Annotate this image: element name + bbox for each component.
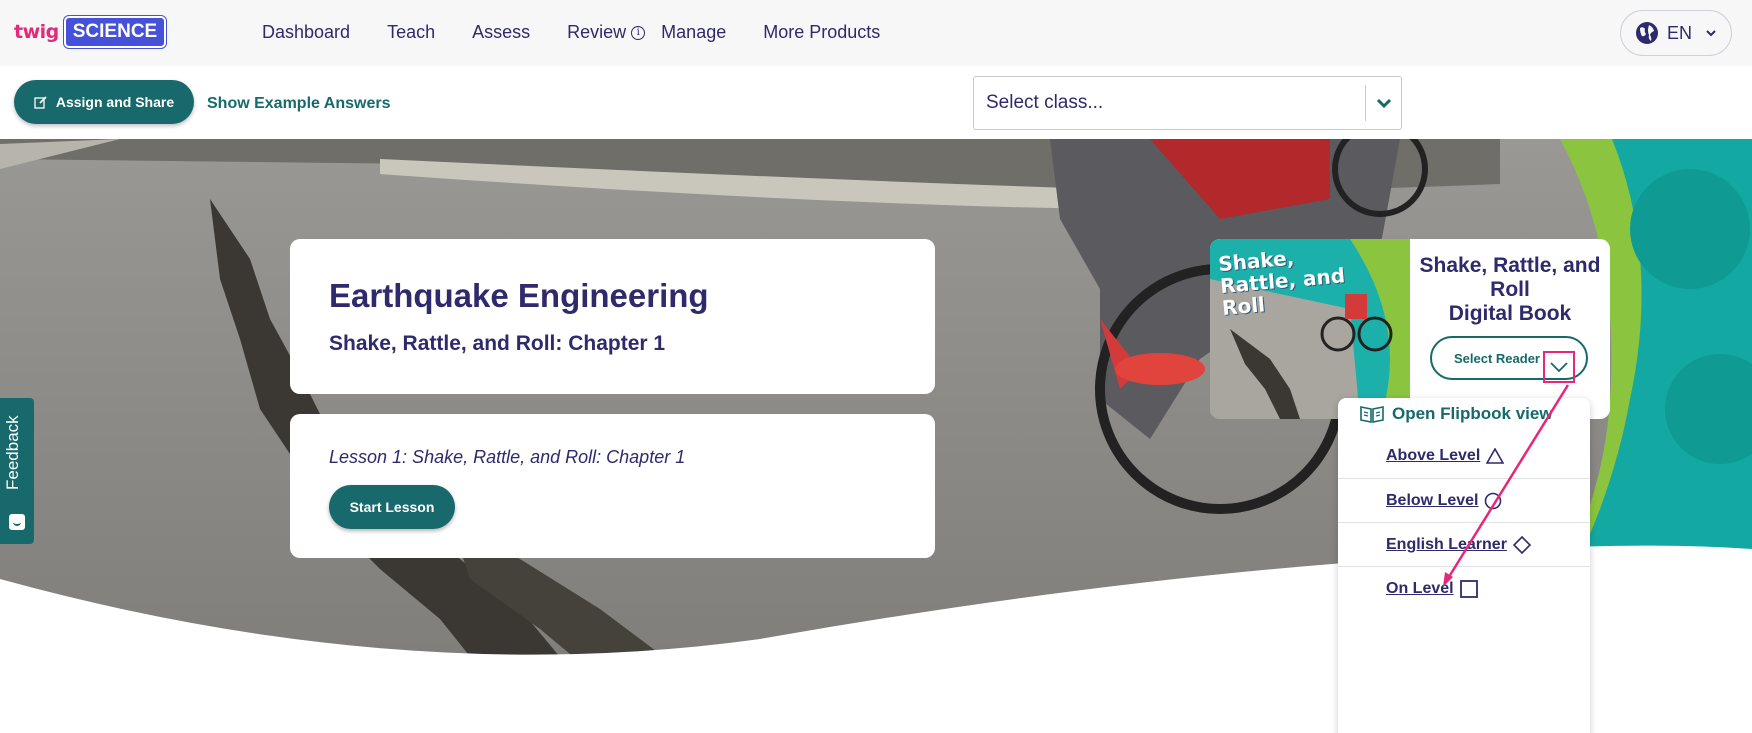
reader-above-level[interactable]: Above Level — [1338, 434, 1590, 478]
chevron-down-icon[interactable] — [1543, 351, 1575, 383]
lesson-title-card: Earthquake Engineering Shake, Rattle, an… — [290, 239, 935, 394]
book-cover-title: Shake, Rattle, and Roll — [1217, 245, 1346, 320]
square-icon — [1459, 579, 1478, 598]
lesson-toolbar: Assign and Share Show Example Answers Se… — [0, 66, 1752, 139]
class-select[interactable]: Select class... — [973, 76, 1402, 130]
language-code: EN — [1667, 22, 1693, 43]
open-flipbook-view[interactable]: Open Flipbook view — [1360, 404, 1553, 424]
book-info: Shake, Rattle, and Roll Digital Book Sel… — [1410, 239, 1610, 419]
reader-level-menu: Open Flipbook view Above Level Below Lev… — [1338, 398, 1590, 733]
language-selector[interactable]: EN — [1620, 10, 1732, 56]
class-select-placeholder: Select class... — [986, 92, 1104, 113]
nav-review-label: Review — [567, 22, 627, 42]
reader-option-label: English Learner — [1386, 535, 1507, 553]
feedback-smile-icon — [9, 514, 25, 530]
open-book-icon — [1360, 406, 1384, 423]
book-title-line-2: Roll — [1490, 278, 1530, 301]
nav-review[interactable]: Review i — [567, 22, 646, 43]
nav-manage[interactable]: Manage — [661, 22, 726, 43]
logo-science-text: SCIENCE — [63, 16, 167, 48]
feedback-tab[interactable]: Feedback — [0, 398, 34, 544]
assign-icon — [34, 96, 47, 109]
globe-icon — [1636, 22, 1658, 44]
main-nav: Dashboard Teach Assess Review i Manage M… — [262, 22, 917, 43]
book-title: Shake, Rattle, and Roll Digital Book — [1410, 254, 1610, 326]
logo-twig-text: twig — [14, 21, 59, 43]
book-title-line-1: Shake, Rattle, and — [1419, 254, 1601, 277]
top-navigation: twig SCIENCE Dashboard Teach Assess Revi… — [0, 0, 1752, 66]
reader-english-learner[interactable]: English Learner — [1338, 522, 1590, 566]
chevron-down-icon — [1706, 26, 1716, 40]
chevron-down-icon[interactable] — [1366, 98, 1401, 108]
start-lesson-button[interactable]: Start Lesson — [329, 485, 455, 529]
circle-icon — [1485, 492, 1502, 509]
reader-option-label: Above Level — [1386, 447, 1481, 464]
assign-and-share-button[interactable]: Assign and Share — [14, 80, 194, 124]
show-example-answers-link[interactable]: Show Example Answers — [207, 95, 390, 113]
open-flipbook-label: Open Flipbook view — [1392, 404, 1553, 423]
assign-and-share-label: Assign and Share — [55, 94, 175, 110]
reader-option-label: On Level — [1386, 579, 1454, 597]
nav-more-products[interactable]: More Products — [763, 22, 880, 43]
lesson-hero: Earthquake Engineering Shake, Rattle, an… — [0, 139, 1752, 733]
lesson-title: Lesson 1: Shake, Rattle, and Roll: Chapt… — [329, 447, 686, 467]
book-title-line-3: Digital Book — [1448, 302, 1572, 325]
lesson-card: Lesson 1: Shake, Rattle, and Roll: Chapt… — [290, 414, 935, 558]
unit-title: Earthquake Engineering — [329, 277, 709, 314]
nav-assess[interactable]: Assess — [472, 22, 530, 43]
triangle-icon — [1486, 448, 1505, 464]
reader-on-level[interactable]: On Level — [1338, 566, 1590, 610]
diamond-icon — [1512, 535, 1531, 554]
chapter-subtitle: Shake, Rattle, and Roll: Chapter 1 — [329, 332, 666, 355]
feedback-label: Feedback — [3, 415, 22, 490]
book-cover-image[interactable]: Shake, Rattle, and Roll — [1210, 239, 1410, 419]
digital-book-card: Shake, Rattle, and Roll Shake, Rattle, a… — [1210, 239, 1610, 419]
nav-dashboard[interactable]: Dashboard — [262, 22, 350, 43]
reader-option-label: Below Level — [1386, 491, 1479, 509]
nav-teach[interactable]: Teach — [387, 22, 435, 43]
reader-below-level[interactable]: Below Level — [1338, 478, 1590, 522]
info-icon[interactable]: i — [631, 25, 646, 40]
select-reader-label: Select Reader — [1454, 350, 1540, 366]
twig-science-logo[interactable]: twig SCIENCE — [14, 16, 167, 48]
